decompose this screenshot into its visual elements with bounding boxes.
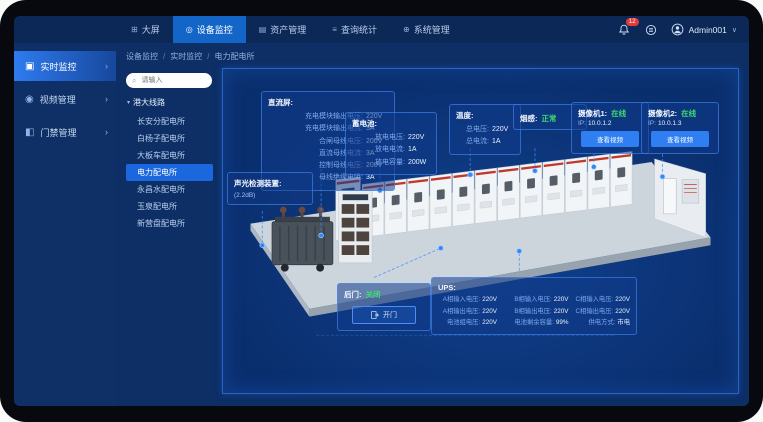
tab-label: 资产管理 <box>270 23 306 36</box>
tab-label: 大屏 <box>142 23 160 36</box>
asset-icon: ▤ <box>259 25 267 34</box>
tab-label: 查询统计 <box>341 23 377 36</box>
chevron-right-icon: › <box>105 94 108 104</box>
camera-ip: 10.0.1.2 <box>588 120 612 127</box>
panel-temperature: 温度: 总电压:220V 总电流:1A <box>449 104 521 155</box>
device-bezel: ⊞ 大屏 ◎ 设备监控 ▤ 资产管理 ≡ 查询统计 ⊕ 系统管理 <box>0 0 763 422</box>
tree-item-active[interactable]: 电力配电所 <box>126 164 213 181</box>
panel-title: 蓄电池: <box>352 118 430 129</box>
user-menu[interactable]: Admin001 ∨ <box>671 23 737 36</box>
panel-title: 后门: <box>344 289 362 300</box>
device-marker[interactable] <box>591 165 596 170</box>
view-video-button[interactable]: 查看视频 <box>581 131 640 147</box>
panel-rear-door: 后门: 关闭 开门 <box>337 283 431 331</box>
caret-down-icon: ▾ <box>127 99 130 106</box>
panel-title: UPS: <box>438 283 630 292</box>
status-badge: 关闭 <box>366 289 381 300</box>
sidebar-item-label: 视频管理 <box>40 93 76 106</box>
tab-dashboard[interactable]: ⊞ 大屏 <box>118 16 173 43</box>
system-icon: ⊕ <box>403 25 410 34</box>
tab-device-monitor[interactable]: ◎ 设备监控 <box>173 16 246 43</box>
sidebar-item-label: 门禁管理 <box>40 126 76 139</box>
device-marker[interactable] <box>660 174 665 179</box>
breadcrumb-item[interactable]: 实时监控 <box>170 51 202 62</box>
device-marker[interactable] <box>468 172 473 177</box>
tab-asset-mgmt[interactable]: ▤ 资产管理 <box>246 16 320 43</box>
panel-sound-light-detector: 声光检测装置: (2.2dB) <box>227 172 313 205</box>
logo-space <box>14 16 118 43</box>
nav-tabs: ⊞ 大屏 ◎ 设备监控 ▤ 资产管理 ≡ 查询统计 ⊕ 系统管理 <box>118 16 463 43</box>
realtime-monitor-icon: ▣ <box>25 61 34 72</box>
tree-item[interactable]: 玉泉配电所 <box>126 198 216 215</box>
panel-title: 烟感: <box>520 113 538 124</box>
panel-title: 摄像机2: <box>648 108 677 119</box>
screen-icon: ⊞ <box>131 25 138 34</box>
camera-ip: 10.0.1.3 <box>658 120 682 127</box>
query-icon: ≡ <box>332 25 337 34</box>
search-icon: ⌕ <box>132 76 136 86</box>
device-marker[interactable] <box>533 168 538 173</box>
tree-item[interactable]: 新营盘配电所 <box>126 215 216 232</box>
username: Admin001 <box>689 25 727 35</box>
top-navbar: ⊞ 大屏 ◎ 设备监控 ▤ 资产管理 ≡ 查询统计 ⊕ 系统管理 <box>14 16 749 43</box>
tree-item[interactable]: 白杨子配电所 <box>126 130 216 147</box>
device-marker[interactable] <box>260 243 265 248</box>
panel-camera-1: 摄像机1: 在线 IP:10.0.1.2 查看视频 <box>571 102 649 154</box>
status-badge: 在线 <box>611 108 626 119</box>
monitoring-canvas: 直流屏: 充电模块输出电压:220V 充电模块输出电流:3A 合闸母线电压:20… <box>222 68 739 394</box>
door-access-icon: ◧ <box>25 127 34 138</box>
breadcrumb-separator: / <box>207 52 209 61</box>
tab-query-stats[interactable]: ≡ 查询统计 <box>319 16 390 43</box>
tree-item[interactable]: 永昌水配电所 <box>126 181 216 198</box>
tree-parent-label: 港大线路 <box>133 97 165 108</box>
panel-battery: 蓄电池: 放电电压:220V 放电电流:1A 放电容量:200W <box>345 112 437 175</box>
tab-label: 设备监控 <box>197 23 233 36</box>
panel-title: 声光检测装置: <box>234 178 306 189</box>
tree-item[interactable]: 长安分配电所 <box>126 113 216 130</box>
panel-title: 摄像机1: <box>578 108 607 119</box>
tree-parent-node[interactable]: ▾ 港大线路 <box>127 97 216 108</box>
fullscreen-icon[interactable] <box>644 23 658 37</box>
avatar <box>671 23 684 36</box>
app-window: ⊞ 大屏 ◎ 设备监控 ▤ 资产管理 ≡ 查询统计 ⊕ 系统管理 <box>14 16 749 406</box>
view-video-button[interactable]: 查看视频 <box>651 131 710 147</box>
panel-camera-2: 摄像机2: 在线 IP:10.0.1.3 查看视频 <box>641 102 719 154</box>
notification-badge: 12 <box>626 18 639 26</box>
tree-item[interactable]: 大板车配电所 <box>126 147 216 164</box>
breadcrumb-item[interactable]: 设备监控 <box>126 51 158 62</box>
sidebar-item-access-mgmt[interactable]: ◧ 门禁管理 › <box>14 117 116 147</box>
battery-rack <box>339 190 372 262</box>
search-input[interactable] <box>139 76 206 85</box>
chevron-right-icon: › <box>105 127 108 137</box>
door-open-icon <box>371 311 379 319</box>
panel-ups: UPS: A相输入电压:220V B相输入电压:220V C相输入电压:220V… <box>431 277 637 335</box>
monitor-icon: ◎ <box>186 25 193 34</box>
sidebar-item-video-mgmt[interactable]: ◉ 视频管理 › <box>14 84 116 114</box>
video-icon: ◉ <box>25 94 34 105</box>
breadcrumb-item: 电力配电所 <box>214 51 254 62</box>
topbar-actions: 12 Admin001 ∨ <box>617 16 749 43</box>
notification-bell-icon[interactable]: 12 <box>617 23 631 37</box>
sidebar-item-label: 实时监控 <box>40 60 76 73</box>
status-badge: 正常 <box>542 113 557 124</box>
tab-system-mgmt[interactable]: ⊕ 系统管理 <box>390 16 463 43</box>
panel-title: 温度: <box>456 110 514 121</box>
breadcrumb-separator: / <box>163 52 165 61</box>
chevron-right-icon: › <box>105 61 108 71</box>
sidebar-item-realtime-monitor[interactable]: ▣ 实时监控 › <box>14 51 116 81</box>
status-badge: 在线 <box>681 108 696 119</box>
device-marker[interactable] <box>319 233 324 238</box>
sound-level-value: (2.2dB) <box>234 192 306 199</box>
tab-label: 系统管理 <box>414 23 450 36</box>
device-marker[interactable] <box>438 246 443 251</box>
breadcrumb: 设备监控 / 实时监控 / 电力配电所 <box>116 43 749 65</box>
chevron-down-icon: ∨ <box>732 26 737 34</box>
panel-title: 直流屏: <box>268 97 388 108</box>
station-tree: ⌕ ▾ 港大线路 长安分配电所 白杨子配电所 大板车配电所 电力配电所 永昌水配… <box>118 68 216 394</box>
sidebar: ▣ 实时监控 › ◉ 视频管理 › ◧ 门禁管理 › <box>14 43 116 406</box>
tree-search[interactable]: ⌕ <box>126 73 212 88</box>
open-door-button[interactable]: 开门 <box>352 306 416 324</box>
device-marker[interactable] <box>517 249 522 254</box>
